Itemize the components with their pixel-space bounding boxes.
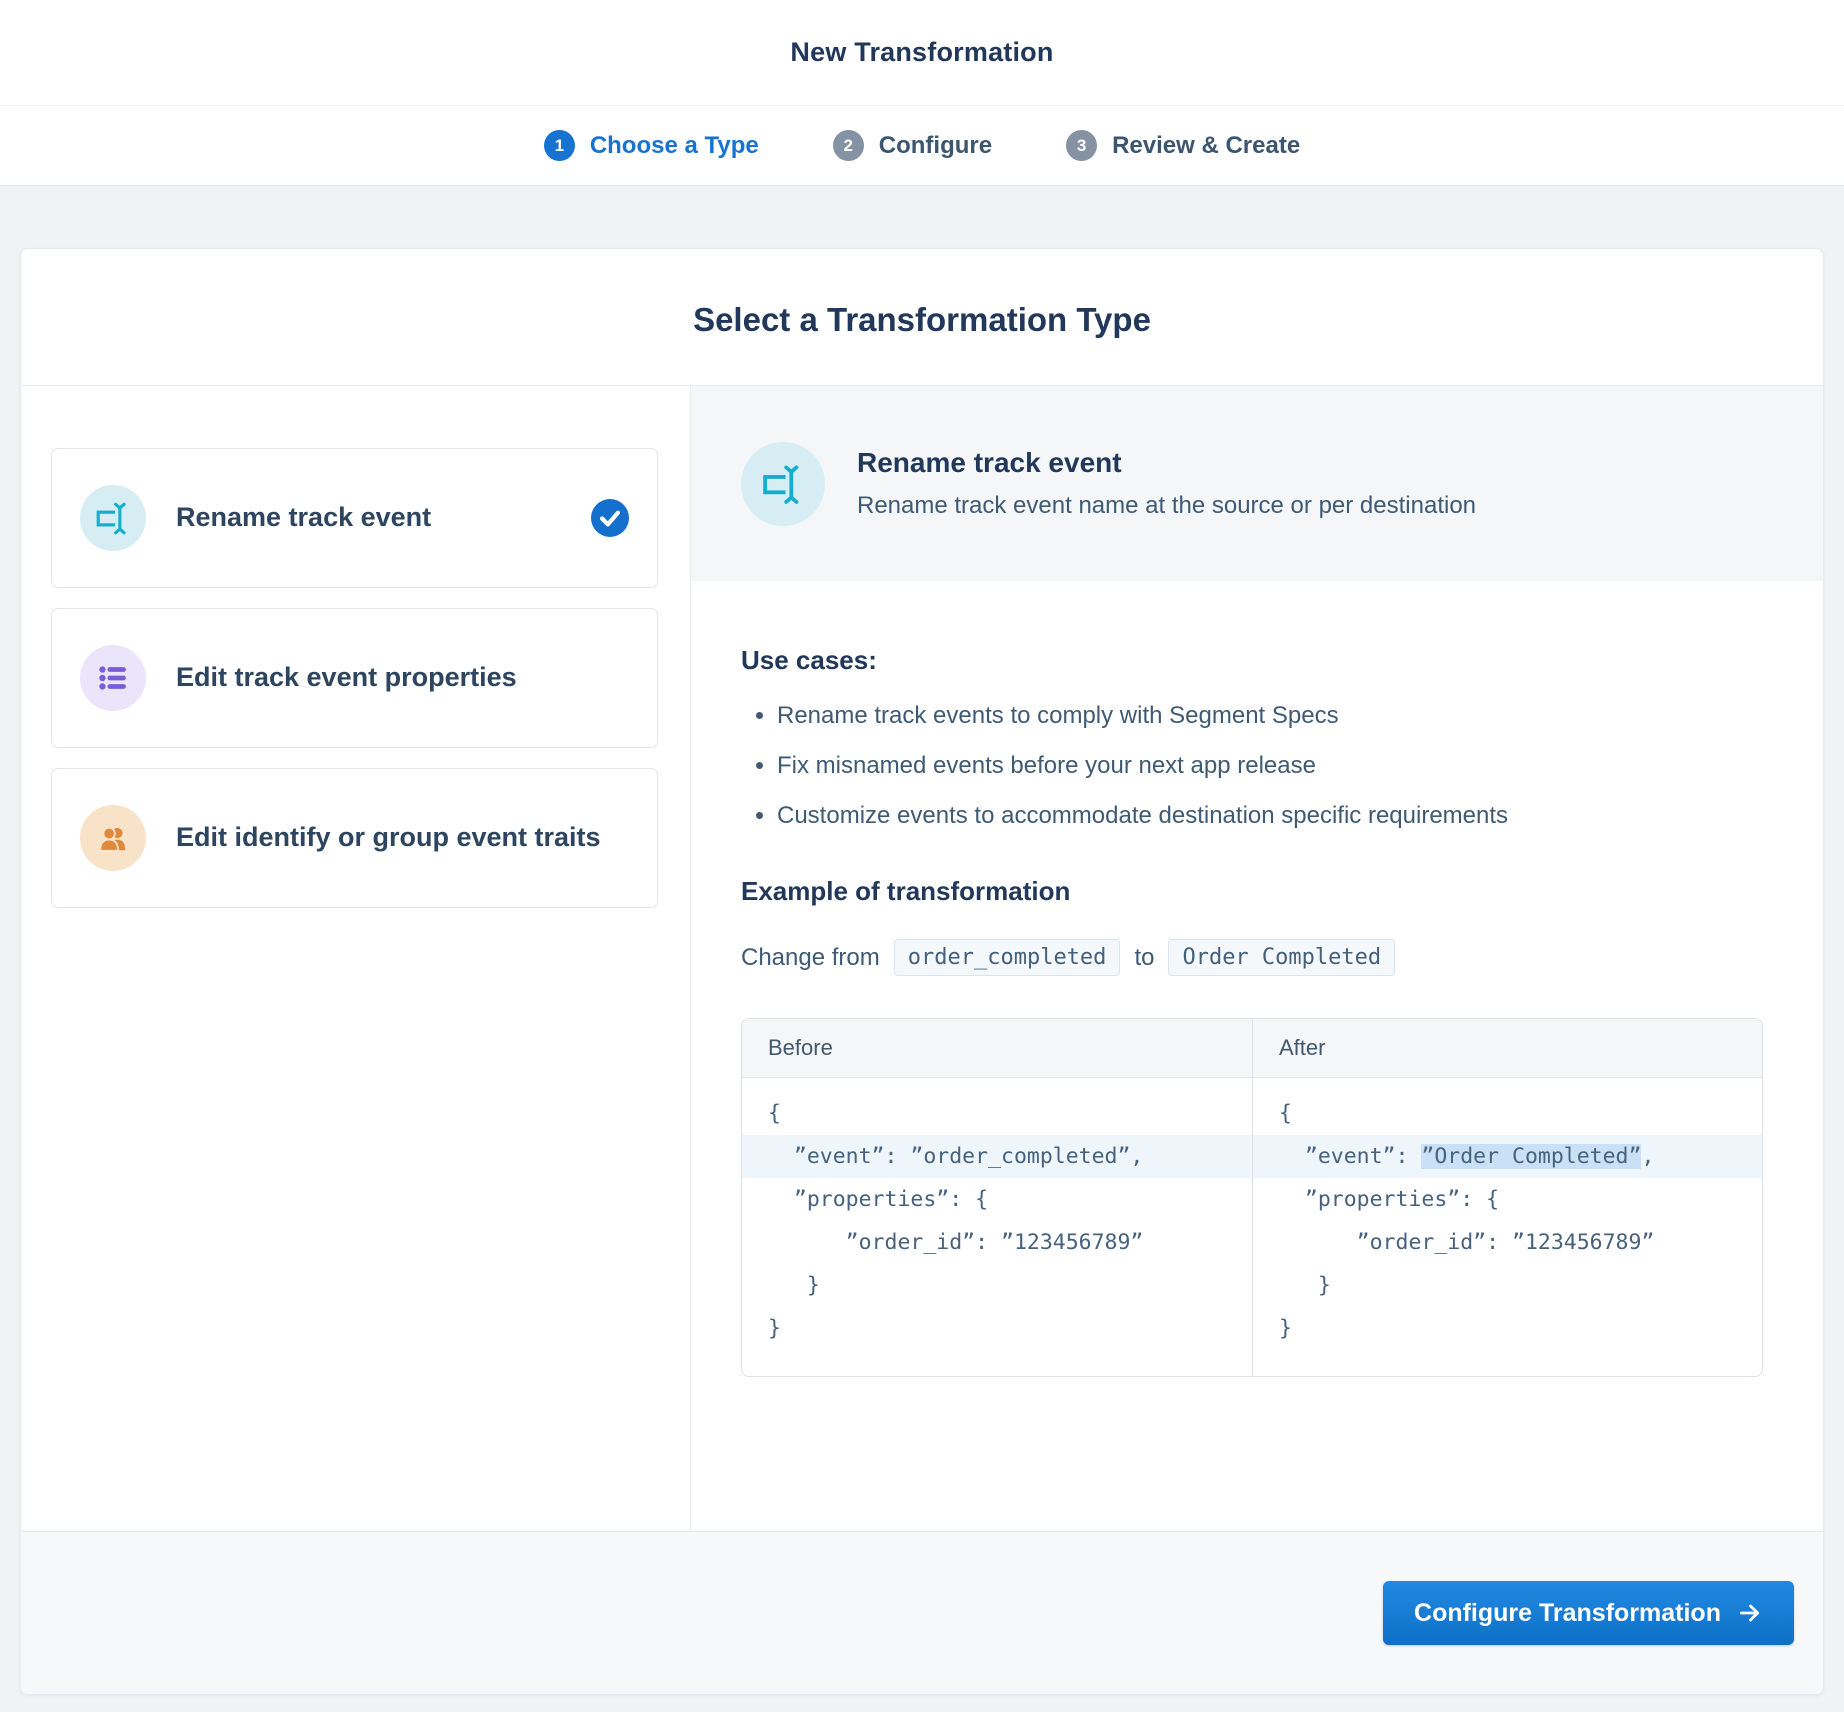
code-line: } bbox=[1279, 1273, 1331, 1298]
option-label: Rename track event bbox=[176, 502, 432, 533]
code-line: ”order_id”: ”123456789” bbox=[768, 1230, 1144, 1255]
transformation-type-card: Select a Transformation Type Rename trac… bbox=[20, 248, 1824, 1695]
after-code-block: { ”event”: ”Order Completed”, ”propertie… bbox=[1253, 1078, 1762, 1376]
change-connector: to bbox=[1134, 943, 1155, 971]
before-column-header: Before bbox=[742, 1019, 1252, 1078]
before-code-block: { ”event”: ”order_completed”, ”propertie… bbox=[742, 1078, 1252, 1376]
code-line: ”properties”: { bbox=[1279, 1187, 1500, 1212]
rename-icon bbox=[80, 485, 146, 551]
detail-description: Rename track event name at the source or… bbox=[857, 492, 1477, 519]
step-1-badge: 1 bbox=[543, 130, 575, 161]
configure-transformation-button[interactable]: Configure Transformation bbox=[1383, 1581, 1794, 1645]
list-icon bbox=[80, 645, 146, 711]
rename-icon bbox=[741, 441, 825, 526]
before-column: Before { ”event”: ”order_completed”, ”pr… bbox=[742, 1019, 1252, 1376]
code-line-event: ”event”: ”order_completed”, bbox=[742, 1135, 1252, 1178]
card-title: Select a Transformation Type bbox=[693, 301, 1151, 338]
code-line-event: ”event”: ”Order Completed”, bbox=[1253, 1135, 1762, 1178]
selected-check-icon bbox=[591, 499, 629, 537]
step-configure[interactable]: 2 Configure bbox=[832, 130, 993, 161]
code-line: } bbox=[1279, 1316, 1292, 1341]
option-rename-track-event[interactable]: Rename track event bbox=[51, 448, 658, 588]
step-review-create[interactable]: 3 Review & Create bbox=[1066, 130, 1300, 161]
option-edit-identify-or-group-event-traits[interactable]: Edit identify or group event traits bbox=[51, 768, 658, 908]
option-edit-track-event-properties[interactable]: Edit track event properties bbox=[51, 608, 658, 748]
change-to-pill: Order Completed bbox=[1168, 939, 1396, 976]
step-2-label: Configure bbox=[878, 131, 993, 159]
detail-header-text: Rename track event Rename track event na… bbox=[857, 447, 1476, 520]
highlighted-value: ”Order Completed” bbox=[1421, 1144, 1642, 1169]
main-content: Select a Transformation Type Rename trac… bbox=[0, 186, 1844, 1695]
use-case-list: Rename track events to comply with Segme… bbox=[741, 702, 1763, 830]
use-case-item: Fix misnamed events before your next app… bbox=[777, 752, 1763, 780]
change-from-pill: order_completed bbox=[893, 939, 1121, 976]
code-line: { bbox=[768, 1101, 781, 1126]
use-case-item: Customize events to accommodate destinat… bbox=[777, 802, 1763, 830]
option-panel: Rename track event Edit track event prop… bbox=[21, 386, 691, 1531]
detail-content: Use cases: Rename track events to comply… bbox=[691, 581, 1823, 1417]
step-choose-a-type[interactable]: 1 Choose a Type bbox=[543, 130, 759, 161]
app-header: New Transformation bbox=[0, 0, 1844, 106]
code-line: } bbox=[768, 1316, 781, 1341]
card-body: Rename track event Edit track event prop… bbox=[21, 386, 1823, 1531]
code-line: ”order_id”: ”123456789” bbox=[1279, 1230, 1655, 1255]
detail-header: Rename track event Rename track event na… bbox=[691, 386, 1823, 581]
example-heading: Example of transformation bbox=[741, 876, 1071, 906]
after-column: After { ”event”: ”Order Completed”, ”pro… bbox=[1252, 1019, 1762, 1376]
before-after-table: Before { ”event”: ”order_completed”, ”pr… bbox=[741, 1018, 1763, 1377]
detail-panel: Rename track event Rename track event na… bbox=[691, 386, 1823, 1531]
card-title-row: Select a Transformation Type bbox=[21, 249, 1823, 386]
use-case-item: Rename track events to comply with Segme… bbox=[777, 702, 1763, 730]
step-3-label: Review & Create bbox=[1112, 131, 1301, 159]
code-line: { bbox=[1279, 1101, 1292, 1126]
page-title: New Transformation bbox=[790, 37, 1054, 67]
step-1-label: Choose a Type bbox=[589, 131, 759, 159]
use-cases-heading: Use cases: bbox=[741, 645, 877, 675]
wizard-stepper: 1 Choose a Type 2 Configure 3 Review & C… bbox=[0, 106, 1844, 186]
arrow-right-icon bbox=[1739, 1604, 1759, 1622]
step-3-badge: 3 bbox=[1066, 130, 1098, 161]
step-2-badge: 2 bbox=[832, 130, 864, 161]
card-footer: Configure Transformation bbox=[21, 1531, 1823, 1694]
change-example-row: Change from order_completed to Order Com… bbox=[741, 939, 1763, 976]
code-line: ”properties”: { bbox=[768, 1187, 989, 1212]
option-label: Edit track event properties bbox=[176, 662, 517, 693]
code-line: } bbox=[768, 1273, 820, 1298]
configure-transformation-label: Configure Transformation bbox=[1414, 1598, 1721, 1627]
after-column-header: After bbox=[1253, 1019, 1762, 1078]
detail-title: Rename track event bbox=[857, 447, 1122, 478]
people-icon bbox=[80, 805, 146, 871]
change-prefix: Change from bbox=[741, 943, 880, 971]
option-label: Edit identify or group event traits bbox=[176, 822, 601, 853]
